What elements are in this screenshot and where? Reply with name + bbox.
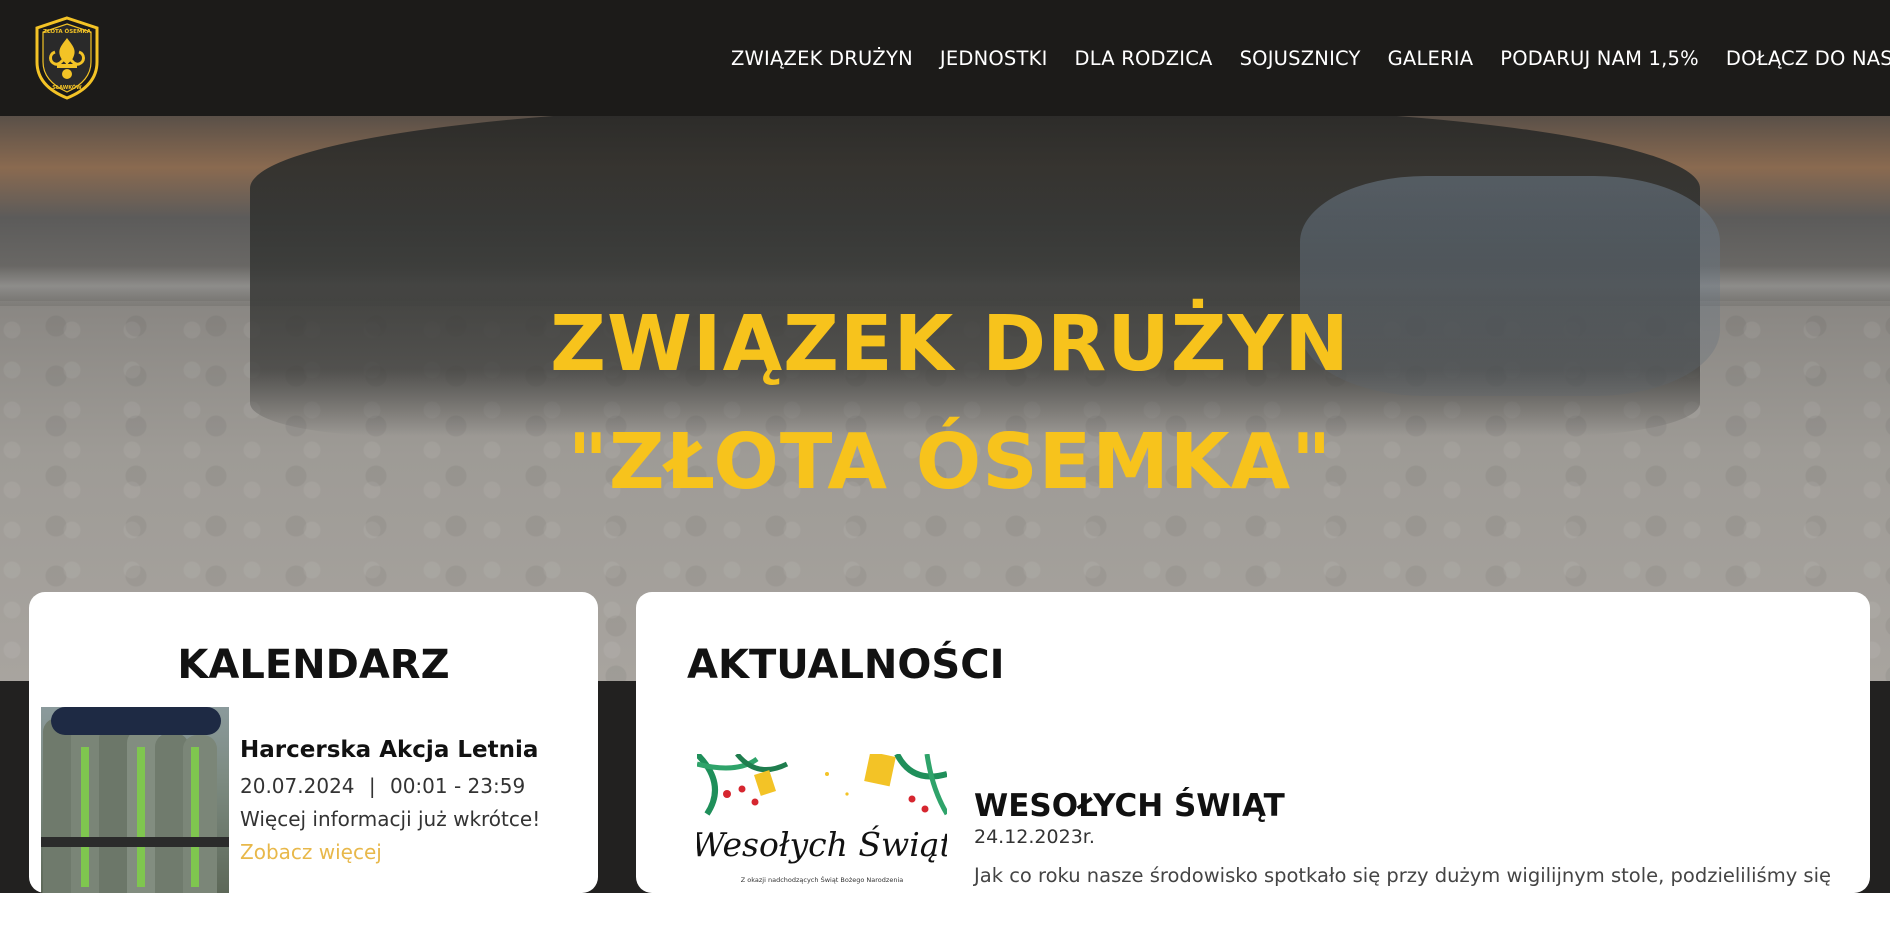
christmas-card-caption: Z okazji nadchodzących Świąt Bożego Naro… — [741, 875, 903, 884]
news-card: AKTUALNOŚCI Wesołych Świąt Z okazji nadc… — [636, 592, 1870, 893]
scout-logo[interactable]: ZŁOTA ÓSEMKA SŁAWKÓW — [33, 16, 101, 100]
main-navigation: ZWIĄZEK DRUŻYN JEDNOSTKI DLA RODZICA SOJ… — [731, 0, 1890, 116]
news-item-excerpt: Jak co roku nasze środowisko spotkało si… — [974, 864, 1832, 887]
news-item-title[interactable]: WESOŁYCH ŚWIĄT — [974, 788, 1285, 824]
nav-item-podaruj[interactable]: PODARUJ NAM 1,5% — [1500, 47, 1699, 70]
news-thumbnail[interactable]: Wesołych Świąt Z okazji nadchodzących Św… — [697, 754, 947, 893]
nav-item-sojusznicy[interactable]: SOJUSZNICY — [1240, 47, 1361, 70]
hero-title: ZWIĄZEK DRUŻYN "ZŁOTA ÓSEMKA" — [0, 286, 1890, 522]
event-photo[interactable] — [41, 707, 229, 893]
event-time: 00:01 - 23:59 — [389, 774, 526, 798]
nav-item-jednostki[interactable]: JEDNOSTKI — [940, 47, 1048, 70]
event-separator: | — [368, 774, 376, 798]
nav-item-galeria[interactable]: GALERIA — [1388, 47, 1474, 70]
event-more-link[interactable]: Zobacz więcej — [240, 840, 382, 864]
site-header: ZŁOTA ÓSEMKA SŁAWKÓW ZWIĄZEK DRUŻYN JEDN… — [0, 0, 1890, 116]
logo-top-text: ZŁOTA ÓSEMKA — [43, 28, 92, 35]
nav-item-dolacz[interactable]: DOŁĄCZ DO NAS — [1726, 47, 1890, 70]
event-date: 20.07.2024 — [240, 774, 355, 798]
calendar-title: KALENDARZ — [177, 642, 450, 688]
event-datetime: 20.07.2024 | 00:01 - 23:59 — [240, 774, 525, 798]
nav-item-zwiazek-druzyn[interactable]: ZWIĄZEK DRUŻYN — [731, 47, 913, 70]
news-section-title: AKTUALNOŚCI — [687, 642, 1005, 688]
hero-title-line-2: "ZŁOTA ÓSEMKA" — [567, 418, 1333, 507]
christmas-card-graphic: Wesołych Świąt Z okazji nadchodzących Św… — [697, 754, 947, 893]
event-description: Więcej informacji już wkrótce! — [240, 807, 541, 831]
logo-bottom-text: SŁAWKÓW — [52, 84, 82, 91]
event-title: Harcerska Akcja Letnia — [240, 737, 539, 763]
hero-title-line-1: ZWIĄZEK DRUŻYN — [550, 300, 1350, 389]
page-bottom — [0, 893, 1890, 945]
news-item-date: 24.12.2023r. — [974, 826, 1095, 848]
calendar-card: KALENDARZ Harcerska Akcja Letnia 20.07.2… — [29, 592, 598, 893]
christmas-card-heading: Wesołych Świąt — [697, 824, 947, 864]
nav-item-dla-rodzica[interactable]: DLA RODZICA — [1075, 47, 1213, 70]
